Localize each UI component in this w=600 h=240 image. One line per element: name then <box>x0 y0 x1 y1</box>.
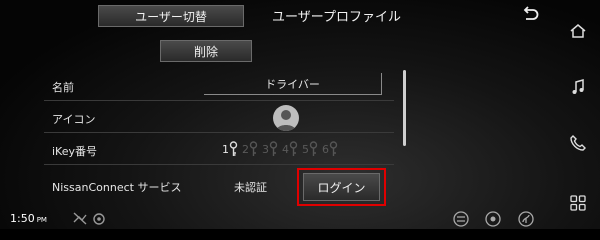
name-row: 名前 ドライバー <box>44 70 394 101</box>
icon-label: アイコン <box>52 113 96 126</box>
ikey-option-1[interactable]: 1 <box>222 141 238 157</box>
ikey-option-6[interactable]: 6 <box>322 141 338 157</box>
phone-icon <box>570 135 586 151</box>
no-signal-icon <box>72 210 88 226</box>
name-label: 名前 <box>52 81 74 94</box>
nav-phone[interactable] <box>565 130 591 156</box>
person-icon <box>276 110 296 131</box>
nissanconnect-label: NissanConnect サービス <box>52 181 182 194</box>
connection-icon <box>91 210 107 226</box>
ikey-number-6: 6 <box>322 142 329 156</box>
screen: ユーザー切替 ユーザープロファイル 削除 名前 ドライバー アイコン iKey番… <box>0 0 600 229</box>
back-arrow-icon <box>523 6 539 20</box>
key-icon <box>269 141 278 156</box>
ikey-option-5[interactable]: 5 <box>302 141 318 157</box>
music-icon <box>572 79 584 94</box>
ikey-number-5: 5 <box>302 142 309 156</box>
ikey-label: iKey番号 <box>52 145 97 158</box>
ikey-number-2: 2 <box>242 142 249 156</box>
nav-apps[interactable] <box>565 190 591 216</box>
key-icon <box>309 141 318 156</box>
ikey-number-1: 1 <box>222 142 229 156</box>
ikey-option-3[interactable]: 3 <box>262 141 278 157</box>
page-title: ユーザープロファイル <box>272 10 401 25</box>
auth-status: 未認証 <box>234 181 267 194</box>
icon-row: アイコン <box>44 102 394 133</box>
scrollbar[interactable] <box>403 70 406 146</box>
clock-time: 1:50 <box>10 212 35 225</box>
ikey-number-4: 4 <box>282 142 289 156</box>
clock: 1:50 PM <box>10 212 47 225</box>
ikey-number-3: 3 <box>262 142 269 156</box>
ikey-row: iKey番号 1 2 3 4 5 6 <box>44 134 394 165</box>
clock-ampm: PM <box>36 216 47 224</box>
audio-settings-icon[interactable] <box>452 210 470 228</box>
ikey-selector[interactable]: 1 2 3 4 5 6 <box>222 140 338 158</box>
name-field[interactable]: ドライバー <box>204 73 382 95</box>
key-icon <box>249 141 258 156</box>
nav-music[interactable] <box>565 74 591 100</box>
nav-home[interactable] <box>565 18 591 44</box>
delete-button[interactable]: 削除 <box>160 40 252 62</box>
login-highlight <box>297 168 386 206</box>
apps-icon <box>570 195 586 211</box>
key-icon <box>329 141 338 156</box>
ikey-option-2[interactable]: 2 <box>242 141 258 157</box>
climate-icon[interactable] <box>517 210 535 228</box>
ikey-option-4[interactable]: 4 <box>282 141 298 157</box>
delete-label: 削除 <box>193 44 218 59</box>
home-icon <box>570 24 586 38</box>
user-switch-button[interactable]: ユーザー切替 <box>98 5 244 27</box>
back-button[interactable] <box>520 4 540 24</box>
key-icon <box>229 141 238 156</box>
user-switch-label: ユーザー切替 <box>135 9 207 24</box>
user-avatar-icon[interactable] <box>273 105 299 131</box>
media-icon[interactable] <box>484 210 502 228</box>
name-value: ドライバー <box>265 77 320 91</box>
key-icon <box>289 141 298 156</box>
